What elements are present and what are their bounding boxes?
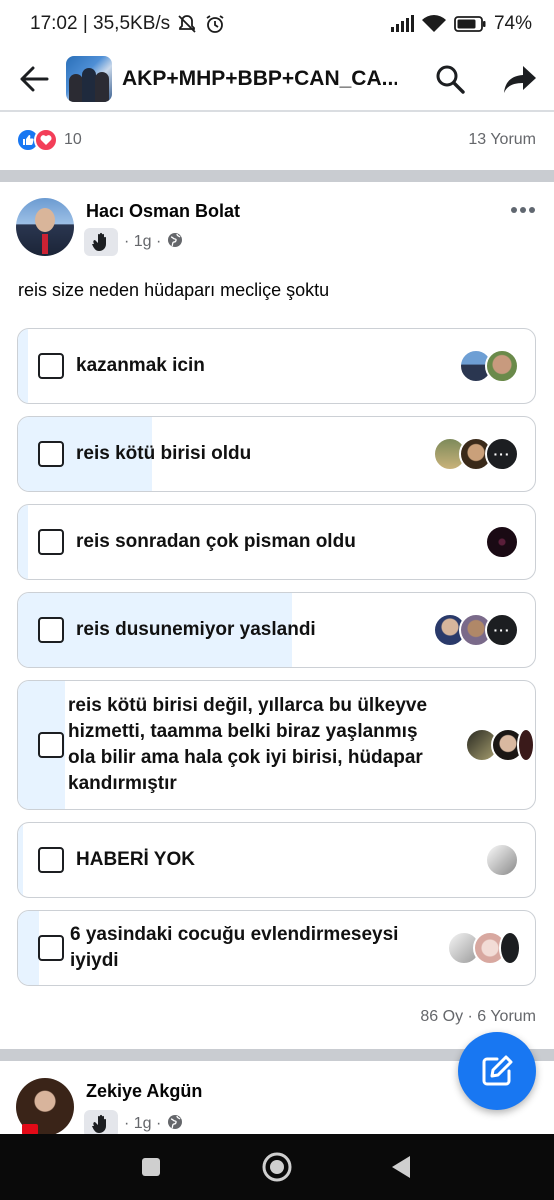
- arrow-left-icon: [20, 66, 49, 92]
- circle-icon: [262, 1152, 292, 1182]
- voter-avatars[interactable]: [465, 728, 535, 762]
- more-options-button[interactable]: [508, 200, 538, 220]
- poll-fill-bar: [18, 329, 29, 403]
- search-icon: [436, 65, 465, 94]
- voter-avatars[interactable]: [485, 525, 519, 559]
- poll-fill-bar: [18, 505, 29, 579]
- voter-avatar: [485, 843, 519, 877]
- square-icon: [142, 1158, 160, 1176]
- poll-option[interactable]: HABERİ YOK: [17, 822, 536, 898]
- option-checkbox[interactable]: [38, 847, 64, 873]
- wifi-icon: [421, 15, 446, 33]
- wave-badge-icon[interactable]: [84, 228, 118, 256]
- option-checkbox[interactable]: [38, 441, 64, 467]
- compose-button[interactable]: [458, 1032, 536, 1110]
- voter-avatars[interactable]: [447, 931, 521, 965]
- more-voters-icon: ···: [485, 437, 519, 471]
- recents-button[interactable]: [140, 1156, 162, 1178]
- reaction-count[interactable]: 10: [64, 131, 82, 149]
- post-header: Hacı Osman Bolat · 1g ·: [16, 198, 538, 260]
- globe-icon: [167, 232, 183, 253]
- voter-avatar: [485, 349, 519, 383]
- section-separator: [0, 170, 554, 182]
- poll-option[interactable]: 6 yasindaki cocuğu evlendirmeseysi iyiyd…: [17, 910, 536, 986]
- poll-option[interactable]: reis dusunemiyor yaslandi ···: [17, 592, 536, 668]
- option-checkbox[interactable]: [38, 529, 64, 555]
- globe-icon: [167, 1114, 183, 1135]
- option-checkbox[interactable]: [38, 732, 64, 758]
- author-name[interactable]: Hacı Osman Bolat: [86, 201, 240, 222]
- option-checkbox[interactable]: [38, 617, 64, 643]
- signal-icon: [390, 15, 414, 33]
- option-label: kazanmak icin: [76, 355, 205, 376]
- app-bar: AKP+MHP+BBP+CAN_CA...: [0, 48, 554, 110]
- triangle-back-icon: [392, 1156, 410, 1178]
- post-text: reis size neden hüdaparı mecliçe şoktu: [18, 280, 330, 300]
- option-label: 6 yasindaki cocuğu evlendirmeseysi iyiyd…: [70, 924, 399, 971]
- avatar[interactable]: [16, 198, 74, 256]
- votes-comments-summary[interactable]: 86 Oy · 6 Yorum: [420, 1008, 536, 1026]
- search-button[interactable]: [432, 61, 468, 97]
- poll-option[interactable]: reis sonradan çok pisman oldu: [17, 504, 536, 580]
- share-button[interactable]: [502, 61, 538, 97]
- voter-avatars[interactable]: ···: [433, 437, 519, 471]
- alarm-icon: [204, 14, 226, 34]
- dot-icon: [511, 207, 517, 213]
- more-voters-icon: [499, 931, 521, 965]
- poll-option[interactable]: kazanmak icin: [17, 328, 536, 404]
- group-thumbnail[interactable]: [66, 56, 112, 102]
- voter-avatar: [485, 525, 519, 559]
- mute-icon: [176, 14, 198, 34]
- option-label: HABERİ YOK: [76, 849, 195, 870]
- more-voters-icon: ···: [485, 613, 519, 647]
- dot-icon: [529, 207, 535, 213]
- reactions-row: 10 13 Yorum: [16, 124, 536, 156]
- post-header: Zekiye Akgün · 1g ·: [16, 1076, 416, 1138]
- voter-avatars[interactable]: [485, 843, 519, 877]
- share-arrow-icon: [504, 66, 536, 93]
- option-label: reis kötü birisi değil, yıllarca bu ülke…: [68, 695, 428, 794]
- edit-icon: [482, 1055, 513, 1086]
- love-reaction-icon: [34, 128, 58, 152]
- option-checkbox[interactable]: [38, 353, 64, 379]
- poll-option[interactable]: reis kötü birisi değil, yıllarca bu ülke…: [17, 680, 536, 810]
- option-label: reis dusunemiyor yaslandi: [76, 619, 316, 640]
- poll-option[interactable]: reis kötü birisi oldu ···: [17, 416, 536, 492]
- voter-avatars[interactable]: [459, 349, 519, 383]
- back-button[interactable]: [16, 61, 52, 97]
- post-time: · 1g ·: [124, 233, 162, 250]
- status-time-speed: 17:02 | 35,5KB/s: [30, 13, 171, 34]
- battery-icon: [454, 15, 486, 33]
- battery-percent: 74%: [493, 13, 532, 34]
- system-nav-bar: [0, 1134, 554, 1200]
- group-title[interactable]: AKP+MHP+BBP+CAN_CA...: [122, 67, 397, 91]
- dot-icon: [520, 207, 526, 213]
- voter-avatar: [517, 728, 535, 762]
- back-nav-button[interactable]: [390, 1154, 412, 1180]
- option-label: reis sonradan çok pisman oldu: [76, 531, 356, 552]
- poll-fill-bar: [18, 823, 24, 897]
- author-name[interactable]: Zekiye Akgün: [86, 1081, 202, 1102]
- header-divider: [0, 110, 554, 112]
- status-bar: 17:02 | 35,5KB/s 74%: [0, 0, 554, 48]
- poll-fill-bar: [18, 911, 39, 985]
- reaction-icons[interactable]: [16, 128, 58, 152]
- voter-avatars[interactable]: ···: [433, 613, 519, 647]
- comment-count[interactable]: 13 Yorum: [468, 131, 536, 149]
- post-meta: · 1g ·: [84, 228, 183, 256]
- option-checkbox[interactable]: [38, 935, 64, 961]
- option-label: reis kötü birisi oldu: [76, 443, 252, 464]
- post-time: · 1g ·: [124, 1115, 162, 1132]
- home-button[interactable]: [261, 1151, 293, 1183]
